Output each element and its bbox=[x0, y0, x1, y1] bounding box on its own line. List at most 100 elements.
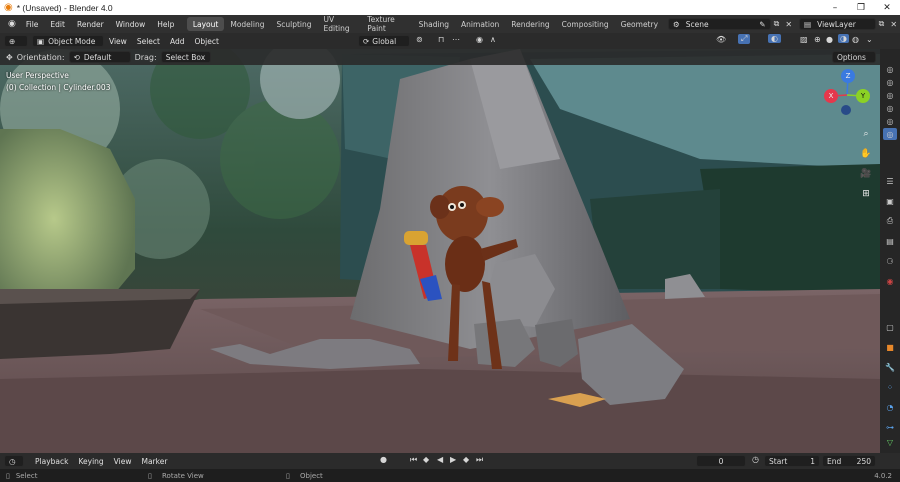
jump-keyframe-forward-icon[interactable]: ◆ bbox=[463, 455, 469, 464]
tab-compositing[interactable]: Compositing bbox=[556, 17, 615, 31]
view-layer-properties-icon[interactable]: ▤ bbox=[883, 235, 897, 247]
tab-geometry[interactable]: Geometry bbox=[615, 17, 664, 31]
scene-selector[interactable]: ⚙ Scene ✎ bbox=[668, 18, 771, 30]
minimize-button[interactable]: – bbox=[822, 0, 848, 15]
ortho-grid-icon[interactable]: ⊞ bbox=[859, 187, 873, 201]
gizmo-neg-z[interactable] bbox=[841, 105, 851, 115]
menu-render[interactable]: Render bbox=[71, 20, 110, 29]
blender-menu-icon[interactable]: ◉ bbox=[4, 19, 20, 29]
data-properties-icon[interactable]: ▽ bbox=[883, 436, 897, 448]
shading-options-icon[interactable]: ⌄ bbox=[866, 35, 873, 44]
drag-dropdown[interactable]: Select Box bbox=[160, 51, 211, 63]
menu-edit[interactable]: Edit bbox=[44, 20, 71, 29]
start-value: 1 bbox=[810, 456, 815, 466]
transform-tool-icon[interactable]: ✥ bbox=[6, 53, 13, 62]
tab-rendering[interactable]: Rendering bbox=[505, 17, 555, 31]
play-icon[interactable]: ▶ bbox=[450, 455, 456, 464]
tab-sculpting[interactable]: Sculpting bbox=[270, 17, 317, 31]
play-reverse-icon[interactable]: ◀ bbox=[437, 455, 443, 464]
render-slot-icon-3[interactable]: ◎ bbox=[883, 89, 897, 101]
object-properties-icon[interactable]: ■ bbox=[883, 341, 897, 353]
start-frame-field[interactable]: Start 1 bbox=[764, 455, 820, 467]
viewlayer-selector[interactable]: ▤ ViewLayer bbox=[799, 18, 876, 30]
gizmo-z[interactable]: Z bbox=[841, 69, 855, 83]
menu-marker[interactable]: Marker bbox=[136, 457, 172, 466]
menu-window[interactable]: Window bbox=[110, 20, 152, 29]
transform-orientation-selector[interactable]: ⟳ Global bbox=[358, 35, 410, 47]
render-properties-icon[interactable]: ▣ bbox=[883, 195, 897, 207]
tab-uv-editing[interactable]: UV Editing bbox=[318, 15, 362, 33]
collection-properties-icon[interactable]: ▢ bbox=[883, 321, 897, 333]
solid-shading-icon[interactable]: ● bbox=[826, 35, 833, 44]
menu-keying[interactable]: Keying bbox=[73, 457, 108, 466]
tool-properties-icon[interactable]: ☰ bbox=[883, 175, 897, 187]
menu-view[interactable]: View bbox=[104, 37, 132, 46]
zoom-icon[interactable]: ⌕ bbox=[859, 127, 873, 141]
delete-viewlayer-icon[interactable]: ✕ bbox=[887, 20, 900, 29]
gizmo-x[interactable]: X bbox=[824, 89, 838, 103]
pan-hand-icon[interactable]: ✋ bbox=[859, 147, 873, 161]
options-dropdown[interactable]: Options bbox=[832, 51, 876, 63]
record-icon[interactable]: ● bbox=[380, 455, 387, 464]
jump-end-icon[interactable]: ⏭ bbox=[476, 455, 483, 465]
timeline-editor-type-button[interactable]: ◷ bbox=[4, 455, 24, 467]
proportional-edit-icon[interactable]: ◉ bbox=[476, 35, 483, 44]
menu-file[interactable]: File bbox=[20, 20, 45, 29]
overlay-toggle-icon[interactable]: ◐ bbox=[768, 34, 781, 43]
constraints-properties-icon[interactable]: ⊶ bbox=[883, 421, 897, 433]
physics-properties-icon[interactable]: ◔ bbox=[883, 401, 897, 413]
mode-selector[interactable]: ▣ Object Mode bbox=[32, 35, 104, 47]
modifier-properties-icon[interactable]: 🔧 bbox=[883, 361, 897, 373]
xray-icon[interactable]: ▨ bbox=[800, 35, 808, 44]
current-frame-field[interactable]: 0 bbox=[696, 455, 746, 467]
render-slot-icon-2[interactable]: ◎ bbox=[883, 76, 897, 88]
snap-target-icon[interactable]: ⋯ bbox=[452, 35, 460, 44]
preview-range-icon[interactable]: ◷ bbox=[752, 455, 759, 464]
jump-start-icon[interactable]: ⏮ bbox=[410, 455, 417, 465]
gizmo-toggle-icon[interactable]: ⤢ bbox=[738, 34, 751, 44]
menu-help[interactable]: Help bbox=[151, 20, 180, 29]
menu-add[interactable]: Add bbox=[165, 37, 190, 46]
navigation-gizmo[interactable]: Z Y X bbox=[824, 69, 870, 115]
visibility-icon[interactable]: 👁 bbox=[716, 35, 726, 44]
end-frame-field[interactable]: End 250 bbox=[822, 455, 876, 467]
tab-shading[interactable]: Shading bbox=[413, 17, 455, 31]
3d-viewport[interactable]: ✥ Orientation: ⟲ Default Drag: Select Bo… bbox=[0, 49, 880, 453]
mouse-left-icon: ▯ bbox=[6, 471, 10, 480]
camera-view-icon[interactable]: 🎥 bbox=[859, 167, 873, 181]
menu-playback[interactable]: Playback bbox=[30, 457, 73, 466]
orientation-label: Orientation: bbox=[16, 52, 65, 62]
maximize-button[interactable]: ❐ bbox=[848, 0, 874, 15]
render-slot-icon-1[interactable]: ◎ bbox=[883, 63, 897, 75]
render-slot-icon-5[interactable]: ◎ bbox=[883, 115, 897, 127]
tab-animation[interactable]: Animation bbox=[455, 17, 505, 31]
pivot-icon[interactable]: ⊚ bbox=[416, 35, 423, 44]
tab-modeling[interactable]: Modeling bbox=[224, 17, 270, 31]
options-label: Options bbox=[837, 52, 866, 62]
falloff-icon[interactable]: ∧ bbox=[490, 35, 496, 44]
wireframe-shading-icon[interactable]: ⊕ bbox=[814, 35, 821, 44]
delete-scene-icon[interactable]: ✕ bbox=[782, 20, 795, 29]
editor-type-button[interactable]: ⊕ bbox=[4, 35, 28, 47]
render-slot-icon-4[interactable]: ◎ bbox=[883, 102, 897, 114]
menu-select[interactable]: Select bbox=[132, 37, 165, 46]
orientation-dropdown[interactable]: ⟲ Default bbox=[68, 51, 131, 63]
jump-keyframe-back-icon[interactable]: ◆ bbox=[423, 455, 429, 464]
tab-layout[interactable]: Layout bbox=[186, 17, 225, 31]
menu-view-timeline[interactable]: View bbox=[109, 457, 137, 466]
gizmo-y[interactable]: Y bbox=[856, 89, 870, 103]
new-scene-icon[interactable]: ⧉ bbox=[771, 19, 783, 29]
menu-object[interactable]: Object bbox=[189, 37, 223, 46]
scene-properties-icon[interactable]: ⚆ bbox=[883, 255, 897, 267]
render-slot-icon-6[interactable]: ◎ bbox=[883, 128, 897, 140]
rendered-shading-icon[interactable]: ◍ bbox=[852, 35, 859, 44]
tab-texture-paint[interactable]: Texture Paint bbox=[361, 15, 412, 33]
material-shading-icon[interactable]: ◑ bbox=[838, 34, 849, 43]
particles-properties-icon[interactable]: ⁘ bbox=[883, 381, 897, 393]
world-properties-icon[interactable]: ◉ bbox=[883, 275, 897, 287]
snap-icon[interactable]: ⊓ bbox=[438, 35, 444, 44]
status-object: Object bbox=[300, 471, 323, 480]
new-viewlayer-icon[interactable]: ⧉ bbox=[876, 19, 888, 29]
output-properties-icon[interactable]: ⎙ bbox=[883, 215, 897, 227]
close-button[interactable]: ✕ bbox=[874, 0, 900, 15]
